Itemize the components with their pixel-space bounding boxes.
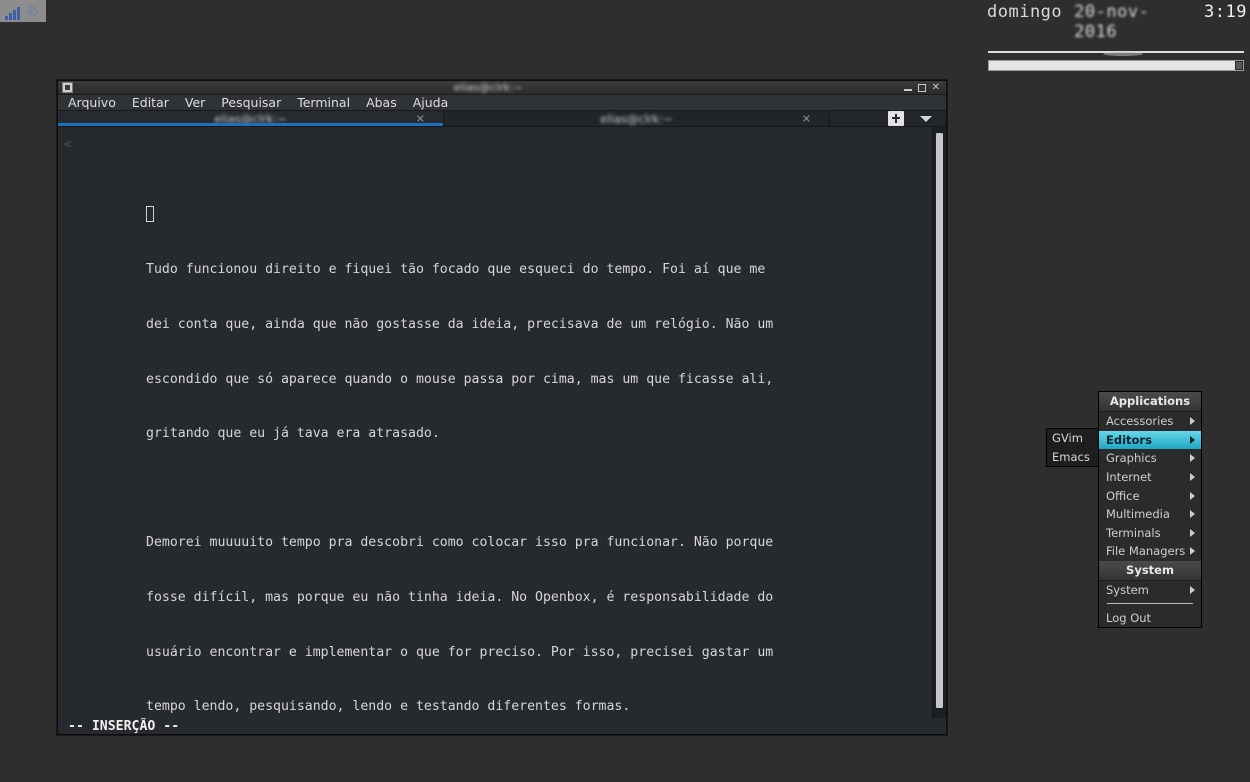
terminal-tabbar: elias@clrk:~ ✕ elias@clrk:~ ✕ [58,111,946,127]
menu-item-logout[interactable]: Log Out [1099,608,1201,627]
chevron-right-icon [1190,454,1195,463]
menu-item-system-label: System [1106,583,1149,598]
chevron-down-icon[interactable] [920,115,932,122]
menu-item-office-label: Office [1106,488,1140,503]
chevron-right-icon [1190,417,1195,426]
submenu-item-emacs-label: Emacs [1052,449,1090,464]
menu-ver[interactable]: Ver [185,95,205,110]
menu-item-internet-label: Internet [1106,470,1152,485]
vim-cursor-block [146,205,154,222]
terminal-line-cursor [68,205,922,225]
terminal-tab-2-label: elias@clrk:~ [600,111,673,126]
terminal-line: gritando que eu já tava era atrasado. [146,426,440,442]
terminal-app-icon [62,82,73,93]
minimize-button[interactable] [903,83,912,92]
menu-item-multimedia[interactable]: Multimedia [1099,505,1201,524]
conky-clock-line: domingo 20-nov-2016 3:19 [985,0,1247,42]
menu-pesquisar[interactable]: Pesquisar [221,95,281,110]
terminal-line: dei conta que, ainda que não gostasse da… [146,317,774,333]
conky-weekday: domingo [987,2,1063,22]
menu-separator [1107,603,1193,605]
menu-item-graphics-label: Graphics [1106,451,1157,466]
menu-item-terminals-label: Terminals [1106,525,1161,540]
menu-item-editors[interactable]: Editors [1099,430,1201,450]
terminal-tab-1-label: elias@clrk:~ [214,111,287,126]
menu-item-multimedia-label: Multimedia [1106,507,1170,522]
system-tray: あ [0,0,46,22]
conky-date: 20-nov-2016 [1074,2,1150,42]
menu-item-internet[interactable]: Internet [1099,468,1201,487]
openbox-root-menu: Applications Accessories Editors Graphic… [1098,391,1202,628]
menu-editar[interactable]: Editar [132,95,169,110]
conky-time: 3:19 [1204,2,1247,22]
new-tab-icon[interactable] [888,111,904,126]
submenu-item-gvim[interactable]: GVim [1047,429,1098,448]
menu-item-graphics[interactable]: Graphics [1099,449,1201,468]
menu-item-terminals[interactable]: Terminals [1099,524,1201,543]
terminal-menubar: Arquivo Editar Ver Pesquisar Terminal Ab… [58,95,946,111]
terminal-line: escondido que só aparece quando o mouse … [146,371,774,387]
terminal-window: elias@clrk:~ ✕ Arquivo Editar Ver Pesqui… [57,80,947,735]
terminal-scrollbar-thumb[interactable] [936,133,943,708]
conky-divider-rule [988,51,1244,56]
chevron-right-icon [1190,586,1195,595]
tabbar-actions [830,111,946,126]
terminal-line: fosse difícil, mas porque eu não tinha i… [146,590,774,606]
chevron-right-icon [1190,528,1195,537]
conky-widget: domingo 20-nov-2016 3:19 [985,0,1247,71]
terminal-tab-1-close-icon[interactable]: ✕ [416,112,425,125]
menu-item-logout-label: Log Out [1106,610,1152,625]
terminal-line: Tudo funcionou direito e fiquei tão foca… [146,262,766,278]
conky-progress-cap [1236,62,1242,69]
terminal-line: usuário encontrar e implementar o que fo… [146,644,774,660]
terminal-line: tempo lendo, pesquisando, lendo e testan… [146,699,631,715]
submenu-item-gvim-label: GVim [1052,431,1083,446]
terminal-tab-1[interactable]: elias@clrk:~ ✕ [58,111,444,126]
openbox-submenu-editors: GVim Emacs [1046,428,1099,468]
maximize-button[interactable] [917,83,926,92]
menu-terminal[interactable]: Terminal [297,95,350,110]
conky-progress-fill [989,61,1236,70]
menu-abas[interactable]: Abas [366,95,397,110]
menu-arquivo[interactable]: Arquivo [68,95,116,110]
menu-item-office[interactable]: Office [1099,486,1201,505]
menu-title-system: System [1099,560,1201,581]
menu-item-file-managers-label: File Managers [1106,544,1186,559]
ime-glyph: あ [25,4,39,19]
terminal-titlebar[interactable]: elias@clrk:~ ✕ [58,81,946,95]
terminal-text-area[interactable]: < Tudo funcionou direito e fiquei tão fo… [58,127,932,718]
chevron-right-icon [1190,473,1195,482]
menu-item-system[interactable]: System [1099,581,1201,600]
menu-item-accessories[interactable]: Accessories [1099,412,1201,431]
terminal-tab-2[interactable]: elias@clrk:~ ✕ [444,111,830,126]
terminal-scrollbar[interactable] [932,127,946,718]
terminal-body[interactable]: < Tudo funcionou direito e fiquei tão fo… [58,127,946,718]
chevron-right-icon [1190,491,1195,500]
desktop: あ domingo 20-nov-2016 3:19 elias@clrk:~ … [0,0,1250,782]
vim-mode-indicator: -- INSERÇÃO -- [68,719,180,734]
menu-item-editors-label: Editors [1106,432,1152,447]
signal-bars-icon[interactable] [3,2,21,20]
chevron-right-icon [1190,510,1195,519]
vim-status-line: -- INSERÇÃO -- [58,718,946,734]
terminal-tab-2-close-icon[interactable]: ✕ [802,112,811,125]
menu-item-file-managers[interactable]: File Managers [1099,542,1201,561]
ime-japanese-icon[interactable]: あ [23,2,41,20]
terminal-window-title: elias@clrk:~ [453,81,523,94]
menu-title-applications: Applications [1099,392,1201,412]
conky-progress-bar [988,60,1244,71]
vim-sign-column: < [64,137,72,151]
terminal-line: Demorei muuuuito tempo pra descobri como… [146,535,774,551]
chevron-right-icon [1190,547,1195,556]
menu-item-accessories-label: Accessories [1106,414,1174,429]
close-button[interactable]: ✕ [932,82,940,93]
chevron-right-icon [1190,435,1195,444]
menu-ajuda[interactable]: Ajuda [413,95,449,110]
submenu-item-emacs[interactable]: Emacs [1047,448,1098,467]
window-controls: ✕ [903,82,942,93]
